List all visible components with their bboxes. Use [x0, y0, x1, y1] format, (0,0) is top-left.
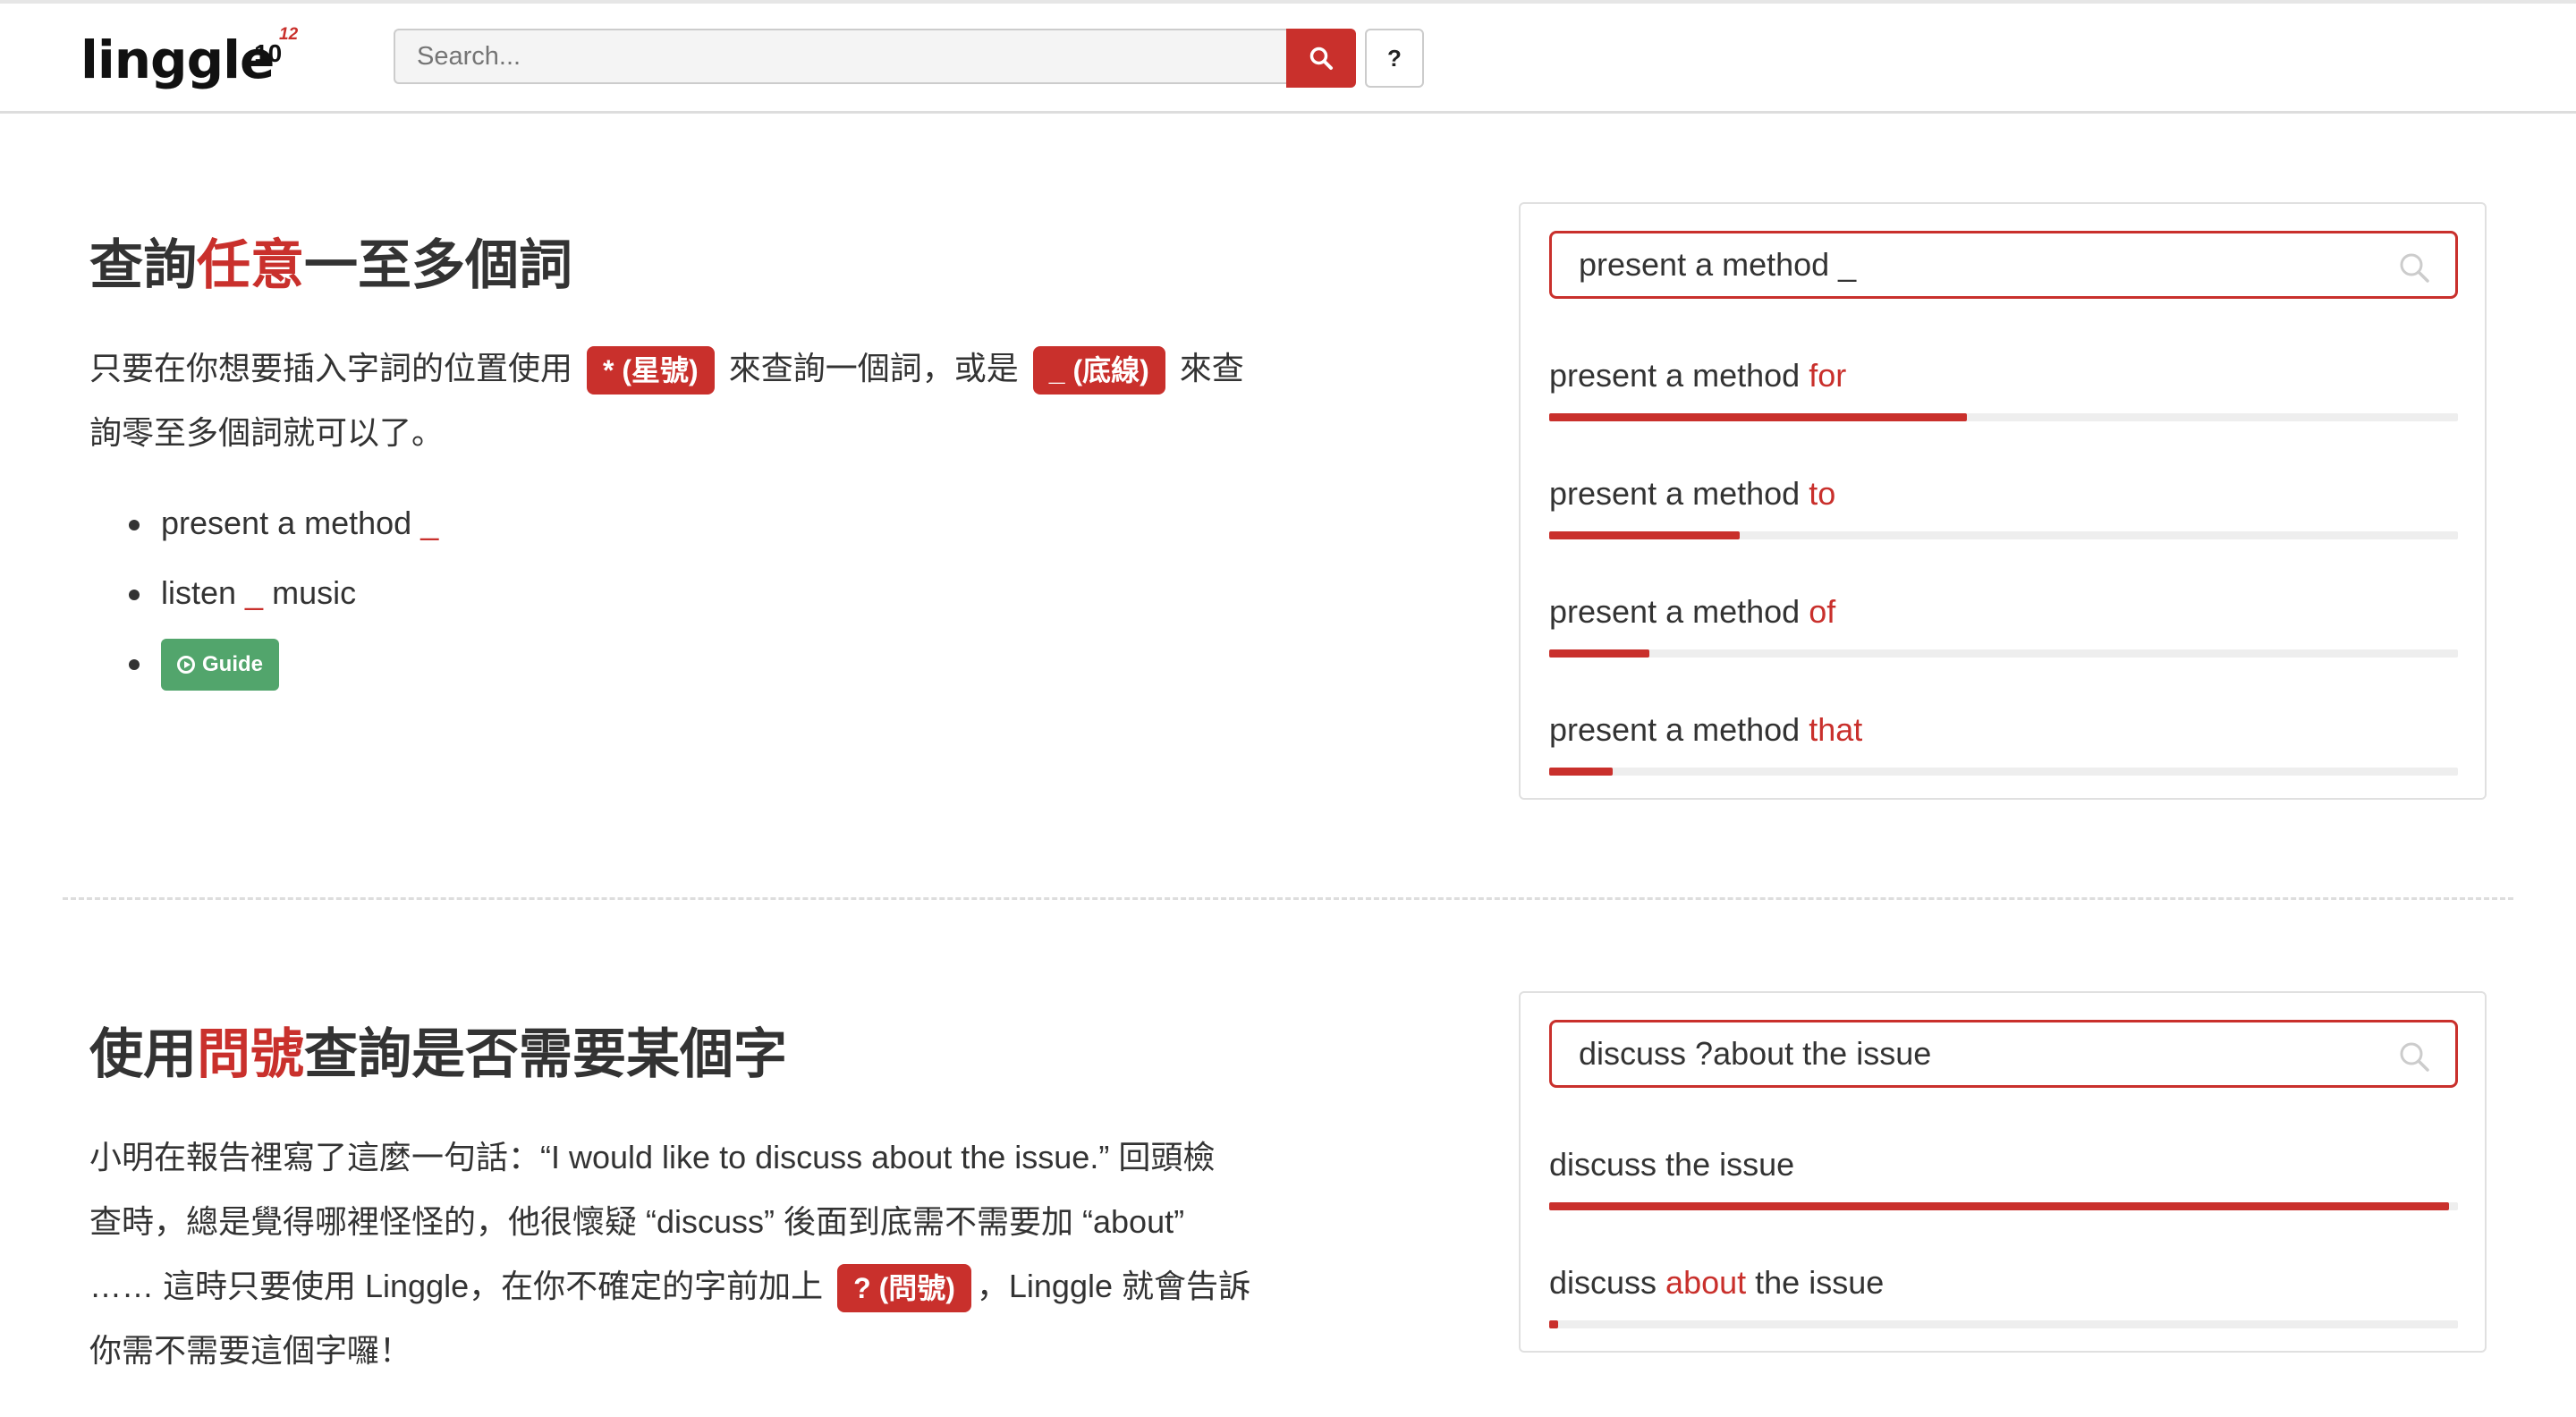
logo-text: linggle	[80, 30, 275, 90]
result-row[interactable]: present a method to	[1549, 474, 2458, 539]
description-text: 小明在報告裡寫了這麼一句話：“I would like to discuss a…	[89, 1139, 1216, 1175]
search-button[interactable]	[1286, 29, 1356, 88]
guide-item: Guide	[125, 628, 438, 698]
example-item[interactable]: present a method _	[125, 488, 438, 558]
example-text: music	[263, 574, 357, 611]
example-list: present a method _ listen _ music Guide	[125, 488, 438, 698]
example-wildcard: _	[420, 505, 439, 541]
demo-query: discuss ?about the issue	[1579, 1035, 1932, 1072]
frequency-fill	[1549, 413, 1968, 421]
description-text: 只要在你想要插入字詞的位置使用	[89, 350, 573, 386]
demo-panel-wildcard: present a method _ present a method for …	[1519, 202, 2487, 800]
result-base: the issue	[1665, 1146, 1795, 1183]
result-word: of	[1809, 593, 1836, 630]
demo-search-box[interactable]: discuss ?about the issue	[1549, 1020, 2458, 1088]
guide-button[interactable]: Guide	[161, 639, 280, 692]
result-base: present a method	[1549, 593, 1809, 630]
frequency-bar	[1549, 649, 2458, 658]
frequency-bar	[1549, 531, 2458, 539]
result-word: to	[1809, 475, 1836, 512]
section2-description: 小明在報告裡寫了這麼一句話：“I would like to discuss a…	[89, 1125, 1288, 1383]
frequency-fill	[1549, 531, 1741, 539]
magnifier-icon	[2400, 253, 2429, 283]
description-text: 來查詢一個詞，或是	[728, 350, 1019, 386]
demo-query: present a method _	[1579, 246, 1857, 283]
result-base: the issue	[1746, 1264, 1885, 1301]
description-text: ，Linggle 就會告訴	[976, 1268, 1250, 1304]
title-text: 使用	[89, 1023, 197, 1086]
frequency-fill	[1549, 768, 1614, 776]
frequency-fill	[1549, 1202, 2449, 1210]
description-text: …… 這時只要使用 Linggle，在你不確定的字前加上	[89, 1268, 824, 1304]
example-item[interactable]: listen _ music	[125, 558, 438, 628]
result-word: about	[1665, 1264, 1747, 1301]
frequency-fill	[1549, 1320, 1559, 1328]
section-title-wildcard: 查詢任意一至多個詞	[89, 222, 572, 300]
badge-asterisk: * (星號)	[587, 346, 715, 395]
frequency-bar	[1549, 413, 2458, 421]
linggle-logo[interactable]: linggle 10 12	[80, 25, 298, 100]
logo-superscript-small: 12	[279, 25, 299, 44]
play-circle-icon	[177, 656, 195, 675]
badge-underscore: _ (底線)	[1032, 346, 1165, 395]
help-button[interactable]: ?	[1365, 29, 1424, 88]
title-highlight: 問號	[197, 1023, 304, 1086]
description-text: 查時，總是覺得哪裡怪怪的，他很懷疑 “discuss” 後面到底需不需要加 “a…	[89, 1203, 1185, 1240]
frequency-bar	[1549, 768, 2458, 776]
result-row[interactable]: discuss about the issue	[1549, 1263, 2458, 1328]
frequency-fill	[1549, 649, 1649, 658]
result-word: that	[1809, 711, 1863, 748]
section-divider	[63, 897, 2513, 900]
example-text: listen	[161, 574, 246, 611]
title-text: 一至多個詞	[304, 234, 572, 297]
demo-search-box[interactable]: present a method _	[1549, 231, 2458, 299]
result-base: present a method	[1549, 711, 1809, 748]
result-base: discuss	[1549, 1264, 1666, 1301]
description-text: 來查	[1179, 350, 1244, 386]
search-input[interactable]	[394, 29, 1288, 84]
frequency-bar	[1549, 1202, 2458, 1210]
navbar: linggle 10 12 ?	[0, 4, 2576, 114]
result-word: for	[1809, 357, 1847, 394]
result-row[interactable]: discuss the issue	[1549, 1145, 2458, 1210]
result-base: present a method	[1549, 357, 1809, 394]
example-wildcard: _	[245, 574, 264, 611]
badge-question-mark: ? (問號)	[837, 1264, 971, 1313]
guide-label: Guide	[202, 652, 264, 677]
description-text: 詢零至多個詞就可以了。	[89, 414, 445, 451]
logo-superscript: 10	[254, 39, 283, 67]
section1-description: 只要在你想要插入字詞的位置使用 * (星號) 來查詢一個詞，或是 _ (底線) …	[89, 336, 1288, 465]
result-base: discuss	[1549, 1146, 1666, 1183]
result-row[interactable]: present a method that	[1549, 710, 2458, 776]
title-text: 查詢是否需要某個字	[304, 1023, 787, 1086]
description-text: 你需不需要這個字囉！	[89, 1332, 412, 1369]
result-base: present a method	[1549, 475, 1809, 512]
result-row[interactable]: present a method of	[1549, 592, 2458, 658]
frequency-bar	[1549, 1320, 2458, 1328]
search-icon	[1309, 47, 1333, 70]
demo-panel-question: discuss ?about the issue discuss the iss…	[1519, 991, 2487, 1353]
result-row[interactable]: present a method for	[1549, 356, 2458, 421]
magnifier-icon	[2400, 1042, 2429, 1072]
section-title-question: 使用問號查詢是否需要某個字	[89, 1011, 787, 1089]
example-text: present a method	[161, 505, 421, 541]
title-text: 查詢	[89, 234, 197, 297]
title-highlight: 任意	[197, 234, 304, 297]
